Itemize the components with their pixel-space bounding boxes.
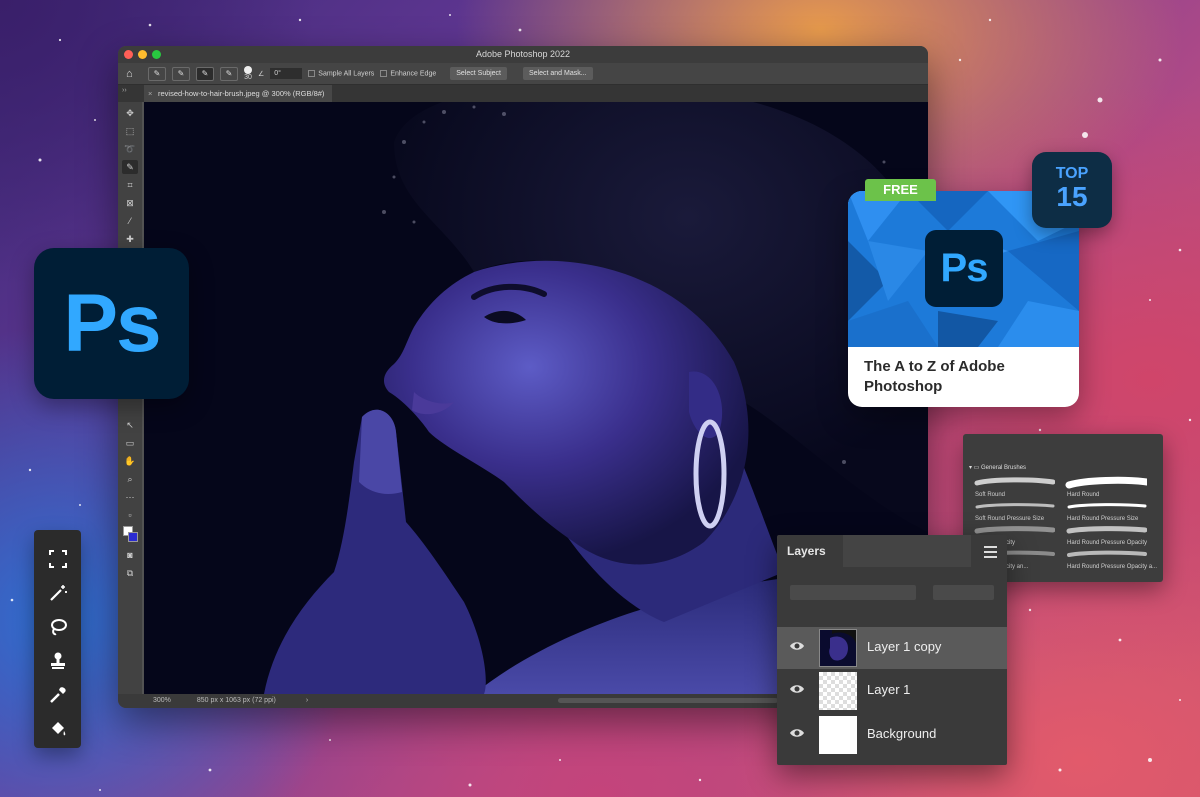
new-selection-icon[interactable]: ✎	[172, 66, 190, 81]
brush-label: Soft Round	[975, 492, 1006, 498]
more-tools-icon[interactable]: ⋯	[122, 490, 138, 504]
default-colors-icon[interactable]: ▫	[122, 508, 138, 522]
stamp-icon[interactable]	[34, 644, 81, 678]
horizontal-scrollbar[interactable]	[558, 698, 778, 703]
blend-mode-field[interactable]	[790, 585, 916, 600]
enhance-edge-checkbox[interactable]: Enhance Edge	[380, 69, 436, 77]
select-and-mask-button[interactable]: Select and Mask...	[523, 67, 593, 80]
eye-icon[interactable]	[789, 683, 805, 695]
floating-tool-palette	[34, 530, 81, 748]
layer-thumbnail	[819, 672, 857, 710]
document-tab[interactable]: × revised-how-to-hair-brush.jpeg @ 300% …	[144, 85, 333, 102]
zoom-tool-icon[interactable]: ⌕	[122, 472, 138, 486]
document-tab-title: revised-how-to-hair-brush.jpeg @ 300% (R…	[158, 89, 325, 98]
opacity-field[interactable]	[933, 585, 994, 600]
folder-icon: ▾ ▭	[969, 465, 982, 471]
course-card-logo: Ps	[925, 230, 1003, 307]
zoom-level[interactable]: 300%	[153, 697, 171, 704]
select-subject-button[interactable]: Select Subject	[450, 67, 507, 80]
layer-name: Background	[867, 726, 937, 741]
eyedropper-icon[interactable]	[34, 678, 81, 712]
eye-icon[interactable]	[789, 640, 805, 652]
layers-header-spacer	[843, 535, 971, 567]
brush-label: Soft Round Pressure Size	[975, 516, 1045, 522]
brush-item[interactable]: Soft Round Pressure Size	[973, 500, 1061, 522]
sample-all-layers-checkbox[interactable]: Sample All Layers	[308, 69, 374, 77]
brush-label: Hard Round Pressure Size	[1067, 516, 1139, 522]
panel-collapse-icon[interactable]: ››	[122, 87, 127, 94]
brush-label: Hard Round Pressure Opacity a...	[1067, 564, 1158, 570]
photoshop-logo: Ps	[34, 248, 189, 399]
brush-item[interactable]: Soft Round	[973, 476, 1061, 498]
brush-item[interactable]: Hard Round	[1065, 476, 1153, 498]
brush-group-name: General Brushes	[981, 465, 1027, 471]
title-bar: Adobe Photoshop 2022	[118, 46, 928, 63]
layer-row[interactable]: Background	[777, 714, 1007, 756]
layers-panel-title[interactable]: Layers	[787, 544, 826, 558]
brush-dot-icon	[244, 66, 252, 74]
add-selection-icon[interactable]: ✎	[196, 66, 214, 81]
brush-item[interactable]: Hard Round Pressure Opacity a...	[1065, 548, 1157, 570]
eyedropper-tool-icon[interactable]: ⁄	[122, 214, 138, 228]
panel-menu-icon[interactable]	[984, 546, 997, 561]
rectangle-tool-icon[interactable]: ▭	[122, 436, 138, 450]
course-card-title[interactable]: The A to Z of Adobe Photoshop	[864, 357, 1064, 397]
layer-name: Layer 1 copy	[867, 639, 942, 654]
pointer-tool-icon[interactable]: ↖	[122, 418, 138, 432]
angle-icon: ∠	[258, 70, 265, 78]
eye-icon[interactable]	[789, 727, 805, 739]
brush-label: Hard Round Pressure Opacity	[1067, 540, 1148, 546]
window-title: Adobe Photoshop 2022	[475, 49, 571, 59]
frame-tool-icon[interactable]: ⊠	[122, 196, 138, 210]
brush-item[interactable]: Hard Round Pressure Size	[1065, 500, 1153, 522]
magic-wand-icon[interactable]	[34, 576, 81, 610]
document-tab-bar: ›› × revised-how-to-hair-brush.jpeg @ 30…	[118, 85, 928, 102]
layer-thumbnail	[819, 629, 857, 667]
move-tool-icon[interactable]: ✥	[122, 106, 138, 120]
healing-tool-icon[interactable]: ✚	[122, 232, 138, 246]
layer-name: Layer 1	[867, 682, 911, 697]
home-icon[interactable]: ⌂	[126, 68, 142, 80]
document-info: 850 px x 1063 px (72 ppi)	[196, 697, 276, 704]
free-badge: FREE	[865, 179, 936, 201]
brush-item[interactable]: Hard Round Pressure Opacity	[1065, 524, 1153, 546]
quick-select-preset-icon[interactable]: ✎	[148, 66, 166, 81]
hand-tool-icon[interactable]: ✋	[122, 454, 138, 468]
angle-field[interactable]: 0°	[270, 68, 303, 79]
brush-label: Hard Round	[1067, 492, 1100, 498]
photoshop-logo-text: Ps	[63, 277, 161, 369]
paint-bucket-icon[interactable]	[34, 712, 81, 746]
layer-thumbnail	[819, 716, 857, 754]
crop-tool-icon[interactable]: ⌗	[122, 178, 138, 192]
top-15-badge: TOP 15	[1032, 152, 1112, 228]
layers-panel: Layers Layer 1 copy Layer 1 Background	[777, 535, 1007, 765]
brush-size-control[interactable]: 30	[244, 66, 252, 81]
screen-mode-icon[interactable]: ⧉	[122, 566, 138, 580]
marquee-icon[interactable]	[34, 542, 81, 576]
lasso-tool-icon[interactable]: ➰	[122, 142, 138, 156]
lasso-icon[interactable]	[34, 610, 81, 644]
quick-mask-icon[interactable]: ◙	[122, 548, 138, 562]
marquee-tool-icon[interactable]: ⬚	[122, 124, 138, 138]
layer-row[interactable]: Layer 1	[777, 670, 1007, 712]
quick-selection-tool-icon[interactable]: ✎	[122, 160, 138, 174]
brush-group-header[interactable]: ▾ ▭ General Brushes	[969, 464, 1026, 471]
top-badge-number: 15	[1056, 181, 1088, 212]
status-arrow-icon[interactable]: ›	[306, 697, 308, 704]
subtract-selection-icon[interactable]: ✎	[220, 66, 238, 81]
color-swatches-icon[interactable]	[122, 526, 138, 544]
options-bar: ⌂ ✎ ✎ ✎ ✎ 30 ∠ 0° Sample All Layers Enha…	[118, 63, 928, 85]
course-card-logo-text: Ps	[940, 246, 989, 290]
brush-size-value: 30	[244, 74, 252, 81]
close-tab-icon[interactable]: ×	[148, 85, 152, 102]
layer-row[interactable]: Layer 1 copy	[777, 627, 1007, 669]
